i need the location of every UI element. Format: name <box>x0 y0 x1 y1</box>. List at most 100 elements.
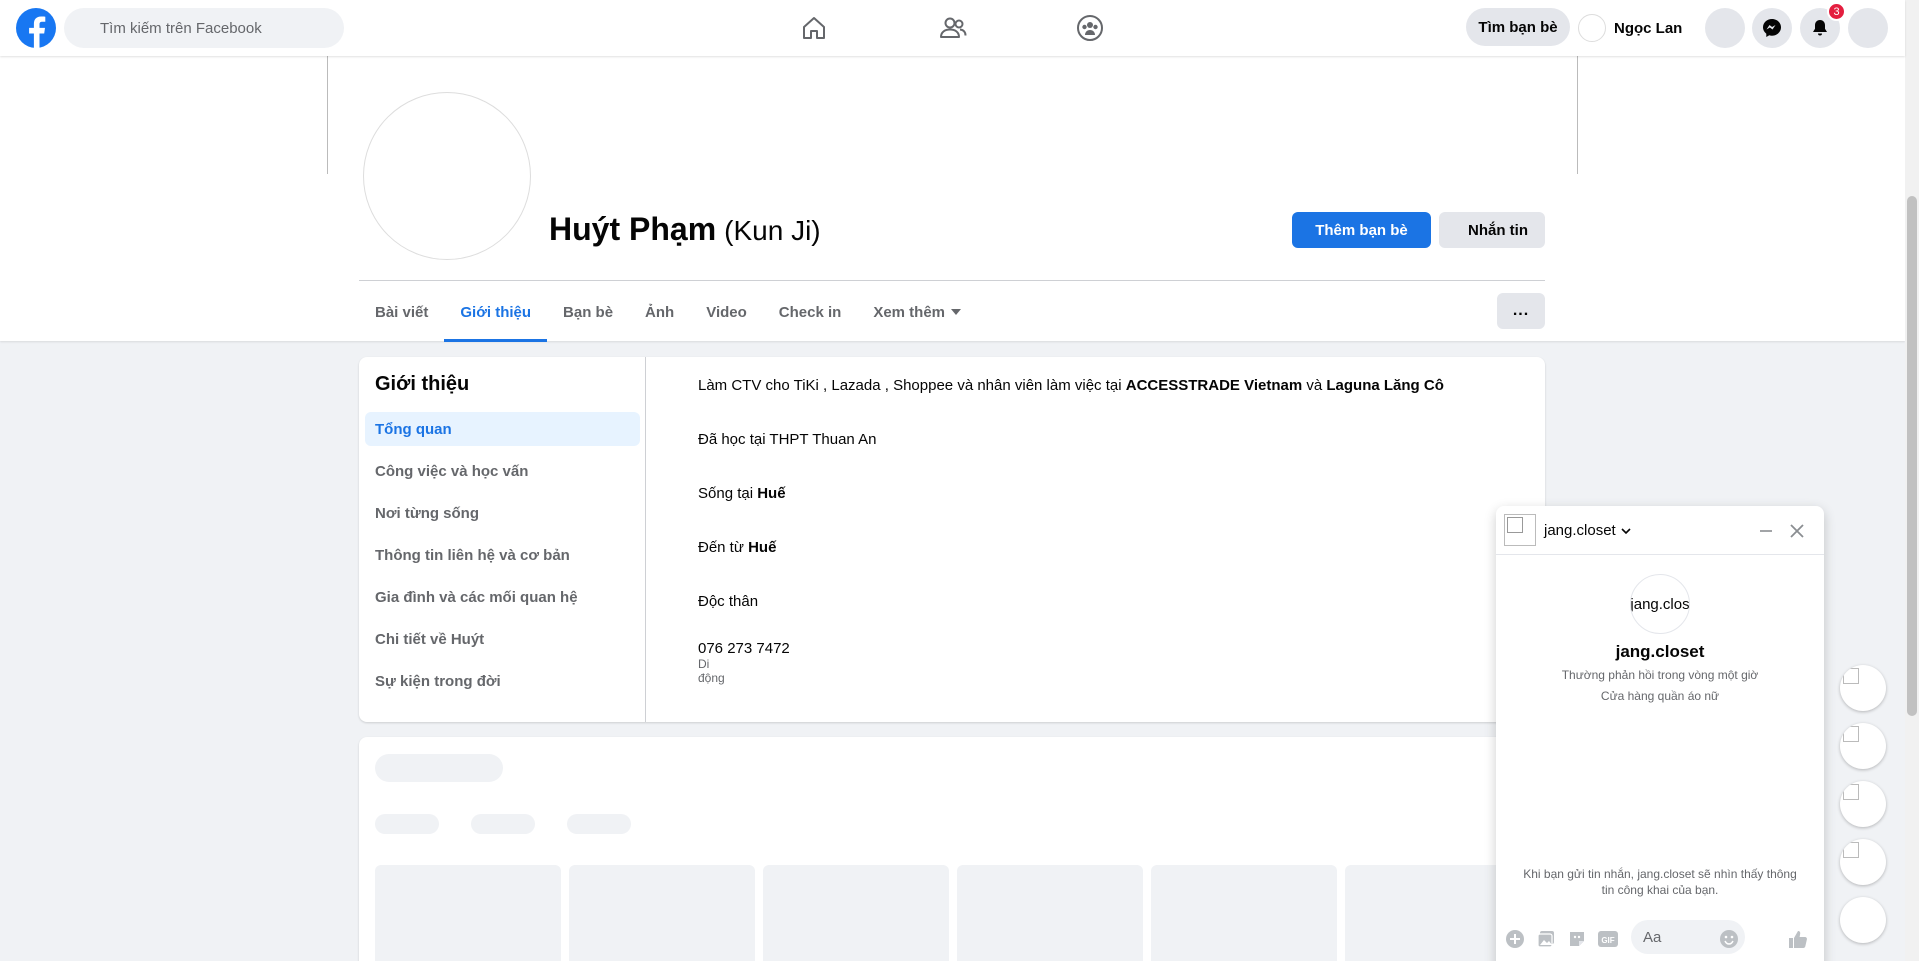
chat-head-bubble[interactable] <box>1840 839 1886 885</box>
chat-head-bubble[interactable] <box>1840 723 1886 769</box>
minimize-icon[interactable] <box>1755 520 1777 542</box>
work-prefix: Làm CTV cho TiKi , Lazada , Shoppee và n… <box>698 377 1122 394</box>
hometown-link[interactable]: Huế <box>748 539 776 556</box>
tab-check-ins[interactable]: Check in <box>763 282 858 342</box>
tab-videos[interactable]: Video <box>690 282 763 342</box>
avatar <box>1578 14 1606 42</box>
chat-head-bubble[interactable] <box>1840 781 1886 827</box>
new-message-bubble[interactable] <box>1840 897 1886 943</box>
more-options-button[interactable]: ... <box>1497 293 1545 329</box>
account-button[interactable] <box>1848 8 1888 48</box>
profile-name: Huýt Phạm <box>549 211 717 247</box>
user-name: Ngọc Lan <box>1614 19 1683 37</box>
about-menu-family-relationships[interactable]: Gia đình và các mối quan hệ <box>365 580 640 614</box>
chat-window: jang.closet jang.clos jang.closet Thường… <box>1496 506 1824 961</box>
groups-icon[interactable] <box>1074 12 1106 44</box>
chat-contact-name[interactable]: jang.closet <box>1544 522 1632 539</box>
skeleton-bar <box>375 754 503 782</box>
chat-avatar[interactable] <box>1504 514 1536 546</box>
friends-icon[interactable] <box>937 12 969 44</box>
skeleton-bar <box>375 814 439 834</box>
privacy-notice: Khi bạn gửi tin nhắn, jang.closet sẽ nhì… <box>1523 867 1797 897</box>
add-friend-button[interactable]: Thêm bạn bè <box>1292 212 1431 248</box>
menu-button[interactable] <box>1705 8 1745 48</box>
tab-photos[interactable]: Ảnh <box>629 282 690 342</box>
tab-label: Giới thiệu <box>460 303 532 321</box>
top-navigation-bar: Tìm bạn bè Ngọc Lan 3 <box>0 0 1905 56</box>
tab-label: Xem thêm <box>873 303 946 321</box>
loading-placeholder-card <box>359 737 1545 961</box>
profile-picture[interactable] <box>363 92 531 260</box>
current-city-prefix: Sống tại <box>698 485 754 502</box>
notification-badge: 3 <box>1827 2 1846 21</box>
chat-head-bubble[interactable] <box>1840 665 1886 711</box>
skeleton-tile <box>569 865 755 961</box>
sticker-icon[interactable] <box>1566 928 1588 950</box>
relationship-info: Độc thân <box>698 593 759 610</box>
photo-icon[interactable] <box>1535 928 1557 950</box>
skeleton-tile <box>957 865 1143 961</box>
notifications-button[interactable]: 3 <box>1800 2 1846 48</box>
bell-icon <box>1810 18 1830 38</box>
cover-photo-edge <box>327 56 328 174</box>
current-city-link[interactable]: Huế <box>757 485 785 502</box>
user-profile-chip[interactable]: Ngọc Lan <box>1578 10 1682 46</box>
profile-name-row: Huýt Phạm (Kun Ji) <box>549 211 821 248</box>
about-card: Giới thiệu Tổng quan Công việc và học vấ… <box>359 357 1545 722</box>
about-menu-details[interactable]: Chi tiết về Huýt <box>365 622 640 656</box>
about-menu-work-education[interactable]: Công việc và học vấn <box>365 454 640 488</box>
chat-contact-title: jang.closet <box>1615 642 1705 661</box>
tab-label: Video <box>706 303 747 321</box>
about-menu-life-events[interactable]: Sự kiện trong đời <box>365 664 640 698</box>
message-button[interactable]: Nhắn tin <box>1439 212 1545 248</box>
cover-photo-edge <box>1577 56 1578 174</box>
hometown-info: Đến từ Huế <box>698 539 776 556</box>
about-sidebar: Giới thiệu Tổng quan Công việc và học vấ… <box>359 357 646 722</box>
skeleton-bar <box>567 814 631 834</box>
tab-about[interactable]: Giới thiệu <box>444 282 547 342</box>
chat-header: jang.closet <box>1496 506 1824 555</box>
skeleton-tile <box>375 865 561 961</box>
page-scrollbar[interactable] <box>1905 0 1919 961</box>
about-menu-overview[interactable]: Tổng quan <box>365 412 640 446</box>
company-link[interactable]: Laguna Lăng Cô <box>1326 377 1444 394</box>
skeleton-bar <box>471 814 535 834</box>
caret-down-icon <box>951 309 962 315</box>
search-input[interactable] <box>64 8 344 48</box>
phone-number: 076 273 7472 <box>698 640 790 657</box>
tab-friends[interactable]: Bạn bè <box>547 282 629 342</box>
facebook-logo-icon[interactable] <box>16 8 56 48</box>
gif-icon[interactable]: GIF <box>1597 928 1619 950</box>
skeleton-tile <box>763 865 949 961</box>
company-link[interactable]: ACCESSTRADE Vietnam <box>1126 377 1302 394</box>
emoji-icon[interactable] <box>1718 928 1740 950</box>
phone-type: Di động <box>698 657 725 685</box>
response-time: Thường phản hồi trong vòng một giờ <box>1561 668 1759 682</box>
chat-contact-avatar[interactable]: jang.clos <box>1630 574 1690 634</box>
messenger-icon <box>1762 18 1782 38</box>
current-city-info: Sống tại Huế <box>698 485 786 502</box>
divider <box>359 280 1545 281</box>
find-friends-button[interactable]: Tìm bạn bè <box>1466 8 1570 46</box>
chat-composer: GIF <box>1496 914 1824 961</box>
page-category: Cửa hàng quần áo nữ <box>1600 689 1720 703</box>
home-icon[interactable] <box>798 12 830 44</box>
svg-text:GIF: GIF <box>1601 936 1614 945</box>
profile-alternate-name: (Kun Ji) <box>724 215 821 246</box>
education-info: Đã học tại THPT Thuan An <box>698 431 877 448</box>
about-menu-places-lived[interactable]: Nơi từng sống <box>365 496 640 530</box>
skeleton-tile <box>1151 865 1337 961</box>
like-icon[interactable] <box>1787 928 1809 950</box>
plus-icon[interactable] <box>1504 928 1526 950</box>
scrollbar-thumb[interactable] <box>1907 196 1917 716</box>
messenger-button[interactable] <box>1752 8 1792 48</box>
tab-label: Bài viết <box>375 303 429 321</box>
chat-contact-label: jang.closet <box>1544 522 1616 539</box>
tab-more[interactable]: Xem thêm <box>857 282 977 342</box>
close-icon[interactable] <box>1786 520 1808 542</box>
tab-label: Ảnh <box>645 303 675 321</box>
conjunction: và <box>1306 377 1323 394</box>
about-menu-contact-basic-info[interactable]: Thông tin liên hệ và cơ bản <box>365 538 640 572</box>
profile-tabs: Bài viết Giới thiệu Bạn bè Ảnh Video Che… <box>359 282 977 342</box>
tab-posts[interactable]: Bài viết <box>359 282 444 342</box>
